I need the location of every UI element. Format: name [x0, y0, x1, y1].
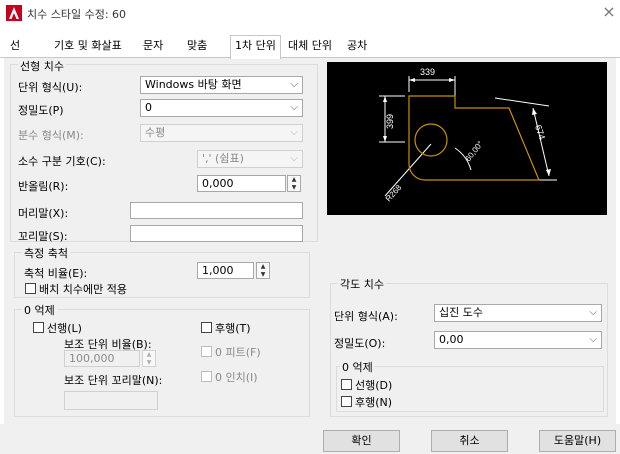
tab-lines[interactable]: 선 — [6, 36, 24, 58]
precision-label: 정밀도(P) — [18, 104, 64, 117]
angular-unit-format-value: 십진 도수 — [439, 306, 483, 319]
unit-format-value: Windows 바탕 화면 — [145, 78, 242, 91]
angular-leading-label: 선행(D) — [355, 379, 393, 392]
leading-checkbox[interactable] — [33, 322, 44, 333]
tab-symbols-arrows[interactable]: 기호 및 화살표 — [50, 36, 126, 58]
roundoff-input[interactable]: 0,000 — [197, 175, 286, 192]
suffix-input[interactable] — [130, 225, 303, 242]
suffix-label: 꼬리말(S): — [18, 230, 68, 243]
preview-dim-top: 339 — [420, 67, 435, 77]
scale-factor-spinner[interactable]: ▲ ▼ — [256, 262, 270, 279]
measurement-scale-label: 측정 축척 — [22, 245, 70, 261]
sub-unit-factor-spinner[interactable]: ▲ ▼ — [142, 350, 156, 367]
sub-unit-factor-input[interactable]: 100,000 — [64, 350, 140, 367]
spin-down-icon[interactable]: ▼ — [288, 184, 300, 191]
leading-label: 선행(L) — [47, 322, 82, 335]
preview-dim-angle: 60,00° — [463, 139, 484, 163]
zero-inch-checkbox[interactable] — [201, 371, 212, 382]
help-button[interactable]: 도움말(H) — [539, 430, 616, 452]
button-bar — [0, 424, 620, 454]
unit-format-label: 단위 형식(U): — [18, 81, 83, 94]
precision-value: 0 — [145, 101, 152, 114]
trailing-label: 후행(T) — [215, 322, 251, 335]
prefix-input[interactable] — [130, 202, 303, 219]
unit-format-select[interactable]: Windows 바탕 화면 ⌵ — [140, 76, 303, 94]
fraction-format-value: 수평 — [145, 126, 166, 139]
angular-precision-value: 0,00 — [439, 333, 464, 346]
angular-trailing-label: 후행(N) — [355, 396, 393, 409]
spin-down-icon[interactable]: ▼ — [143, 359, 155, 366]
decimal-separator-value: ',' (쉼표) — [202, 152, 244, 165]
zero-suppression-angular-label: 0 억제 — [340, 359, 375, 375]
autocad-app-icon — [6, 5, 22, 21]
dimension-preview: 339 399 674 60,00° R268 — [327, 62, 607, 215]
angular-unit-format-label: 단위 형식(A): — [334, 310, 398, 323]
tab-fit[interactable]: 맞춤 — [183, 36, 211, 58]
chevron-down-icon: ⌵ — [589, 307, 597, 318]
tab-tolerances[interactable]: 공차 — [343, 36, 371, 58]
spin-up-icon[interactable]: ▲ — [257, 263, 269, 270]
ok-button[interactable]: 확인 — [323, 430, 400, 452]
scale-factor-input[interactable]: 1,000 — [197, 262, 254, 279]
angular-precision-label: 정밀도(O): — [334, 337, 386, 350]
roundoff-spinner[interactable]: ▲ ▼ — [287, 175, 301, 192]
prefix-label: 머리말(X): — [18, 207, 69, 220]
fraction-format-select[interactable]: 수평 ⌵ — [140, 124, 303, 142]
decimal-separator-label: 소수 구분 기호(C): — [18, 155, 106, 168]
linear-dimensions-label: 선형 치수 — [18, 58, 66, 74]
roundoff-label: 반올림(R): — [18, 180, 69, 193]
preview-part-outline — [408, 95, 540, 181]
chevron-down-icon: ⌵ — [290, 79, 298, 90]
tab-text[interactable]: 문자 — [139, 36, 167, 58]
fraction-format-label: 분수 형식(M): — [18, 129, 84, 142]
chevron-down-icon: ⌵ — [290, 153, 298, 164]
angular-dimensions-label: 각도 치수 — [338, 276, 386, 292]
trailing-checkbox[interactable] — [201, 322, 212, 333]
zero-inch-label: 0 인치(I) — [215, 371, 258, 384]
chevron-down-icon: ⌵ — [589, 334, 597, 345]
spin-down-icon[interactable]: ▼ — [257, 271, 269, 278]
decimal-separator-select[interactable]: ',' (쉼표) ⌵ — [197, 150, 303, 168]
precision-select[interactable]: 0 ⌵ — [140, 99, 303, 117]
angular-trailing-checkbox[interactable] — [341, 396, 352, 407]
chevron-down-icon: ⌵ — [290, 127, 298, 138]
zero-feet-label: 0 피트(F) — [215, 346, 261, 359]
window-title: 치수 스타일 수정: 60 — [27, 8, 127, 21]
angular-leading-checkbox[interactable] — [341, 379, 352, 390]
layout-only-checkbox[interactable] — [25, 283, 36, 294]
layout-only-label: 배치 치수에만 적용 — [39, 283, 127, 296]
sub-unit-suffix-label: 보조 단위 꼬리말(N): — [64, 374, 163, 387]
angular-precision-select[interactable]: 0,00 ⌵ — [434, 331, 602, 349]
scale-factor-label: 축척 비율(E): — [24, 267, 88, 280]
chevron-down-icon: ⌵ — [290, 102, 298, 113]
preview-dimension-lines — [379, 76, 557, 197]
zero-feet-checkbox[interactable] — [201, 346, 212, 357]
preview-dim-diagonal: 674 — [533, 124, 547, 141]
angular-unit-format-select[interactable]: 십진 도수 ⌵ — [434, 304, 602, 322]
tab-primary-units[interactable]: 1차 단위 — [230, 35, 281, 59]
zero-suppression-linear-label: 0 억제 — [22, 302, 57, 318]
spin-up-icon[interactable]: ▲ — [288, 176, 300, 183]
close-icon[interactable]: × — [600, 2, 618, 22]
cancel-button[interactable]: 취소 — [431, 430, 508, 452]
preview-dim-radius: R268 — [384, 183, 404, 204]
sub-unit-suffix-input[interactable] — [64, 391, 158, 410]
tab-alternate-units[interactable]: 대체 단위 — [284, 36, 336, 58]
spin-up-icon[interactable]: ▲ — [143, 351, 155, 358]
preview-dim-left: 399 — [385, 114, 395, 129]
